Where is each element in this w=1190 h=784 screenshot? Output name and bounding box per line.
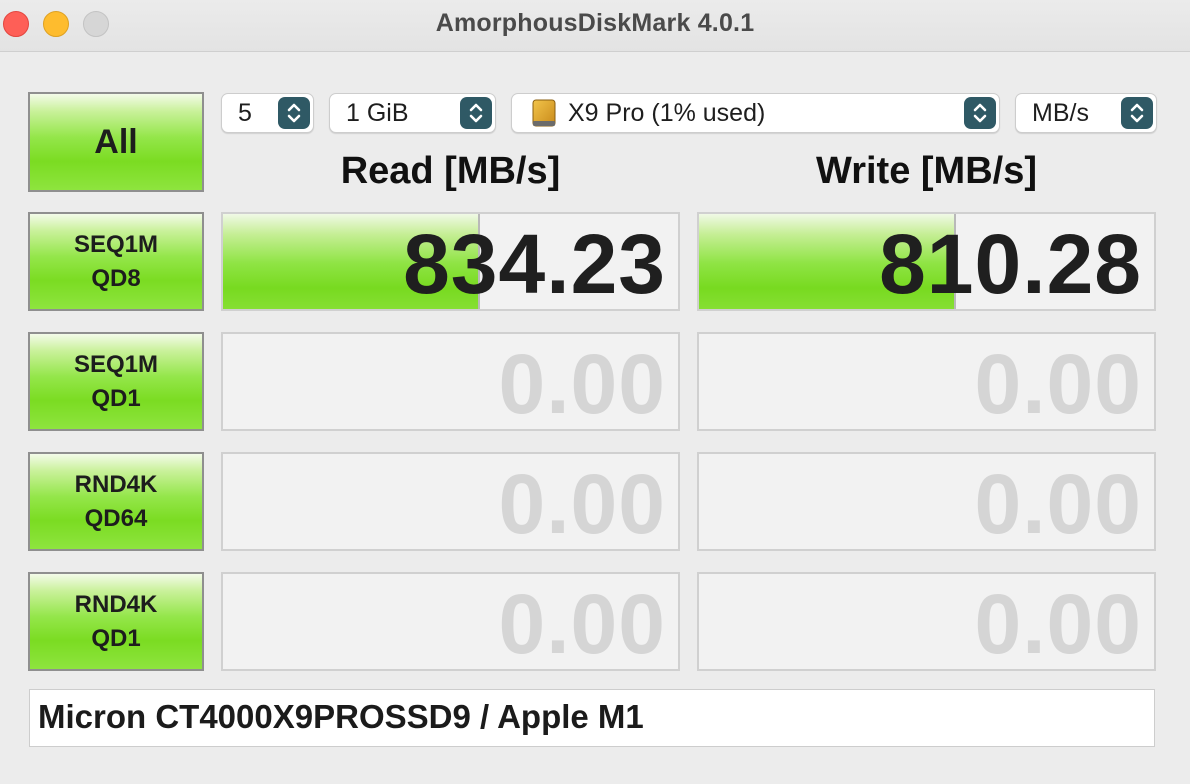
unit-value: MB/s — [1032, 99, 1089, 127]
test-size-value: 1 GiB — [346, 99, 409, 127]
test-queue-depth: QD64 — [84, 504, 148, 532]
test-seq1m-qd1-button[interactable]: SEQ1M QD1 — [28, 332, 204, 431]
test-size-select[interactable]: 1 GiB — [329, 93, 496, 133]
write-result-rnd4k-qd1: 0.00 — [697, 572, 1156, 671]
write-value: 0.00 — [974, 577, 1142, 671]
app-window: AmorphousDiskMark 4.0.1 All SEQ1M QD8 SE… — [0, 0, 1190, 784]
test-queue-depth: QD1 — [91, 384, 141, 412]
test-seq1m-qd8-button[interactable]: SEQ1M QD8 — [28, 212, 204, 311]
test-name: SEQ1M — [73, 350, 159, 378]
write-result-seq1m-qd1: 0.00 — [697, 332, 1156, 431]
unit-select[interactable]: MB/s — [1015, 93, 1157, 133]
write-result-rnd4k-qd64: 0.00 — [697, 452, 1156, 551]
comment-field[interactable]: Micron CT4000X9PROSSD9 / Apple M1 — [29, 689, 1155, 747]
test-name: RND4K — [74, 470, 158, 498]
target-drive-value: X9 Pro (1% used) — [568, 99, 766, 127]
read-value: 834.23 — [403, 217, 666, 311]
test-name: SEQ1M — [73, 230, 159, 258]
target-drive-select[interactable]: X9 Pro (1% used) — [511, 93, 1000, 133]
test-count-select[interactable]: 5 — [221, 93, 314, 133]
test-count-value: 5 — [238, 99, 252, 127]
run-all-button[interactable]: All — [28, 92, 204, 192]
test-rnd4k-qd1-button[interactable]: RND4K QD1 — [28, 572, 204, 671]
test-rnd4k-qd64-button[interactable]: RND4K QD64 — [28, 452, 204, 551]
write-result-seq1m-qd8: 810.28 — [697, 212, 1156, 311]
window-title: AmorphousDiskMark 4.0.1 — [435, 9, 755, 37]
drive-icon — [530, 99, 558, 127]
write-value: 0.00 — [974, 457, 1142, 551]
write-column-header: Write [MB/s] — [816, 150, 1037, 192]
write-value: 810.28 — [879, 217, 1142, 311]
chevron-up-down-icon — [460, 97, 492, 129]
read-result-rnd4k-qd1: 0.00 — [221, 572, 680, 671]
read-result-rnd4k-qd64: 0.00 — [221, 452, 680, 551]
read-value: 0.00 — [498, 577, 666, 671]
test-name: RND4K — [74, 590, 158, 618]
chevron-up-down-icon — [964, 97, 996, 129]
chevron-up-down-icon — [278, 97, 310, 129]
read-result-seq1m-qd8: 834.23 — [221, 212, 680, 311]
read-column-header: Read [MB/s] — [340, 150, 561, 192]
chevron-up-down-icon — [1121, 97, 1153, 129]
read-value: 0.00 — [498, 457, 666, 551]
read-value: 0.00 — [498, 337, 666, 431]
write-value: 0.00 — [974, 337, 1142, 431]
read-result-seq1m-qd1: 0.00 — [221, 332, 680, 431]
test-queue-depth: QD8 — [91, 264, 141, 292]
title-bar: AmorphousDiskMark 4.0.1 — [0, 0, 1190, 52]
test-queue-depth: QD1 — [91, 624, 141, 652]
